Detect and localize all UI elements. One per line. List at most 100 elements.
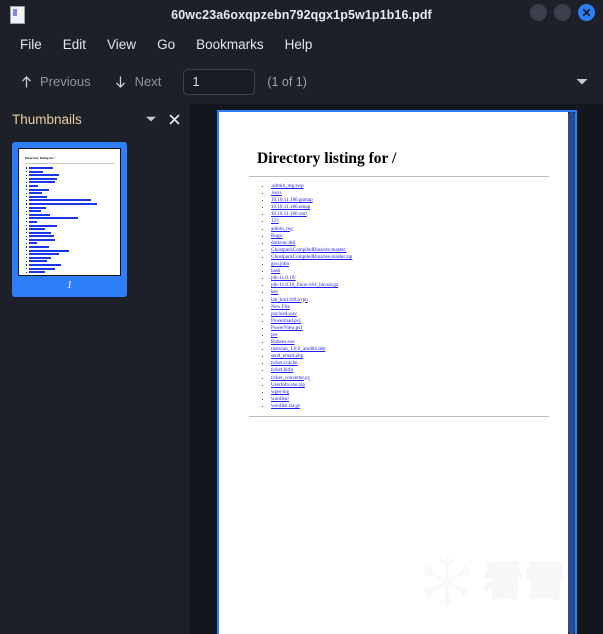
next-page-button[interactable]: Next: [113, 74, 162, 90]
directory-link[interactable]: rustscan_1.8.0_amd64.deb: [271, 346, 325, 352]
page-title: Directory listing for /: [257, 150, 397, 167]
list-item: payload.wav: [271, 311, 549, 318]
previous-label: Previous: [40, 74, 91, 89]
list-item: send_email.php: [271, 353, 549, 360]
directory-link[interactable]: wget-log: [271, 389, 289, 395]
menu-view[interactable]: View: [98, 34, 145, 55]
directory-link[interactable]: jdk-11.0.10_linux-x64_bin.tar.gz: [271, 282, 338, 288]
minimize-button[interactable]: [530, 4, 547, 21]
directory-link[interactable]: ticket.ccache: [271, 360, 297, 366]
close-icon: [582, 8, 591, 17]
list-item: jdk-11.0.10/: [271, 275, 549, 282]
thumbnail-preview-title: Directory listing for /: [25, 156, 56, 160]
close-button[interactable]: [578, 4, 595, 21]
directory-link[interactable]: ticket.kirbi: [271, 367, 293, 373]
close-icon: [169, 114, 180, 124]
list-item: ticket.ccache: [271, 360, 549, 367]
menu-go[interactable]: Go: [148, 34, 184, 55]
thumbnail-preview-rule: [25, 163, 114, 164]
window-title: 60wc23a6oxqpzebn792qgx1p5w1p1b16.pdf: [171, 7, 432, 22]
toolbar-overflow-button[interactable]: [575, 73, 589, 91]
list-item: 10.10.11.186.nmap: [271, 204, 549, 211]
sidebar-header: Thumbnails: [0, 104, 190, 134]
list-item: GhostpackCompiledBinaries-master.zip: [271, 254, 549, 261]
thumbnail-preview-lines: [25, 167, 114, 275]
directory-link[interactable]: .keys: [271, 190, 282, 196]
list-item: pre: [271, 332, 549, 339]
list-item: ticket_converter.py: [271, 375, 549, 382]
pdf-page: Directory listing for / .admin_reg.swp .…: [217, 110, 577, 634]
list-item: wget-log: [271, 389, 549, 396]
maximize-button[interactable]: [554, 4, 571, 21]
menu-edit[interactable]: Edit: [54, 34, 95, 55]
page-number-input[interactable]: [183, 68, 256, 95]
directory-link[interactable]: send_email.php: [271, 353, 303, 359]
next-label: Next: [134, 74, 162, 89]
chevron-down-icon: [576, 78, 588, 84]
footer-rule: [249, 416, 549, 417]
list-item: GhostpackCompiledBinaries-master/: [271, 247, 549, 254]
directory-link[interactable]: goo.john: [271, 261, 289, 267]
list-item: Rubeus.exe: [271, 339, 549, 346]
directory-link[interactable]: Bugs/: [271, 233, 283, 239]
list-item: admin_reg: [271, 226, 549, 233]
menubar: File Edit View Go Bookmarks Help: [0, 29, 603, 59]
snowflake-icon: [423, 556, 471, 608]
list-item: 10.10.11.186.gnmap: [271, 197, 549, 204]
directory-link[interactable]: .admin_reg.swp: [271, 183, 304, 189]
page-scrollbar[interactable]: [568, 112, 575, 634]
sidebar-dropdown-button[interactable]: [145, 115, 157, 123]
directory-link[interactable]: wordlist.tar.gz: [271, 403, 300, 409]
sidebar: Thumbnails Directory listing for / 1: [0, 104, 191, 634]
directory-link[interactable]: admin_reg: [271, 226, 293, 232]
sidebar-close-button[interactable]: [169, 114, 180, 125]
directory-link[interactable]: UserInfo.exe.zip: [271, 382, 305, 388]
list-item: goo.john: [271, 261, 549, 268]
directory-link[interactable]: GhostpackCompiledBinaries-master.zip: [271, 254, 352, 260]
arrow-down-icon: [113, 74, 129, 90]
watermark: 看雪: [417, 552, 567, 612]
directory-link[interactable]: 10.10.11.186.xml: [271, 211, 307, 217]
directory-link[interactable]: PowerView.ps1: [271, 325, 303, 331]
thumbnail-page-number: 1: [66, 279, 73, 291]
directory-link[interactable]: Rubeus.exe: [271, 339, 295, 345]
directory-link[interactable]: darkvnc.dtd: [271, 240, 295, 246]
titlebar: 60wc23a6oxqpzebn792qgx1p5w1p1b16.pdf: [0, 0, 603, 29]
directory-link[interactable]: jdk-11.0.10/: [271, 275, 296, 281]
previous-page-button[interactable]: Previous: [18, 74, 91, 90]
document-view[interactable]: Directory listing for / .admin_reg.swp .…: [191, 104, 603, 634]
list-item: Powermad.ps1: [271, 318, 549, 325]
thumbnail-item[interactable]: Directory listing for / 1: [12, 142, 127, 297]
thumbnail-preview: Directory listing for /: [18, 148, 121, 276]
list-item: New File: [271, 304, 549, 311]
scrollbar-thumb[interactable]: [568, 112, 575, 634]
directory-link[interactable]: wordlist/: [271, 396, 289, 402]
list-item: key: [271, 289, 549, 296]
page-count-label: (1 of 1): [267, 74, 307, 89]
directory-link[interactable]: hash: [271, 268, 280, 274]
directory-link[interactable]: key: [271, 289, 278, 295]
directory-link[interactable]: pre: [271, 332, 278, 338]
menu-help[interactable]: Help: [276, 34, 322, 55]
sidebar-title: Thumbnails: [12, 111, 82, 127]
directory-link[interactable]: New File: [271, 304, 290, 310]
watermark-text: 看雪: [482, 559, 567, 605]
directory-link[interactable]: GhostpackCompiledBinaries-master/: [271, 247, 347, 253]
directory-link[interactable]: Powermad.ps1: [271, 318, 301, 324]
list-item: darkvnc.dtd: [271, 240, 549, 247]
list-item: Bugs/: [271, 233, 549, 240]
directory-link[interactable]: lab_bm1189.ovpn: [271, 297, 308, 303]
main-area: Thumbnails Directory listing for / 1 Dir…: [0, 104, 603, 634]
directory-link[interactable]: 123: [271, 218, 279, 224]
directory-link[interactable]: payload.wav: [271, 311, 297, 317]
window-controls: [530, 4, 595, 21]
directory-link[interactable]: 10.10.11.186.gnmap: [271, 197, 313, 203]
directory-link[interactable]: 10.10.11.186.nmap: [271, 204, 310, 210]
chevron-down-icon: [146, 116, 156, 122]
list-item: jdk-11.0.10_linux-x64_bin.tar.gz: [271, 282, 549, 289]
list-item: lab_bm1189.ovpn: [271, 297, 549, 304]
menu-bookmarks[interactable]: Bookmarks: [187, 34, 273, 55]
directory-link[interactable]: ticket_converter.py: [271, 375, 310, 381]
list-item: hash: [271, 268, 549, 275]
menu-file[interactable]: File: [11, 34, 51, 55]
